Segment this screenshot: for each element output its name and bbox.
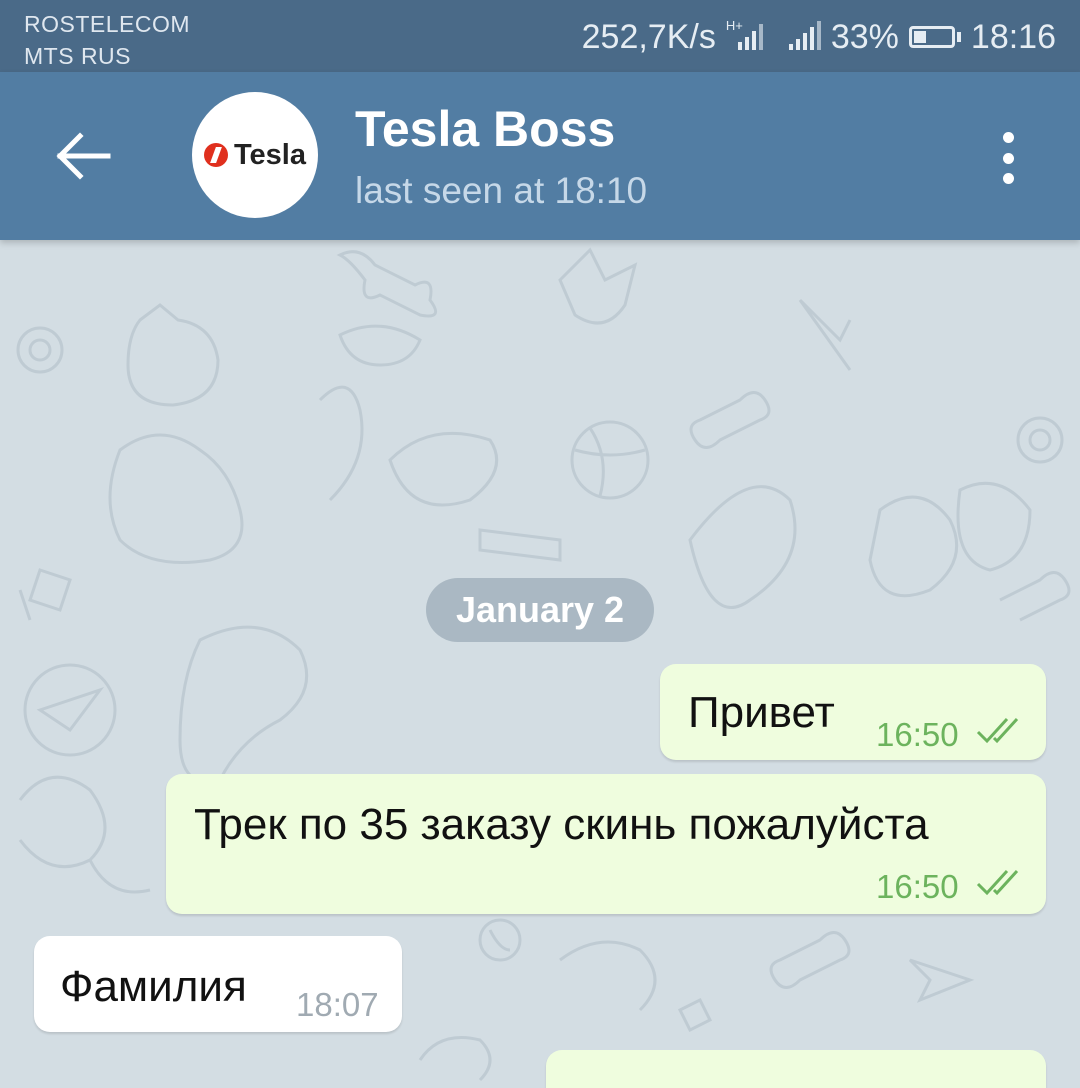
signal-icon bbox=[788, 21, 821, 50]
chat-title[interactable]: Tesla Boss bbox=[355, 100, 615, 158]
battery-icon bbox=[908, 26, 961, 48]
arrow-left-icon[interactable] bbox=[56, 130, 112, 182]
outgoing-message[interactable]: Привет 16:50 bbox=[660, 664, 1046, 760]
double-check-icon bbox=[976, 869, 1019, 896]
date-separator: January 2 bbox=[426, 578, 654, 642]
message-time: 16:50 bbox=[876, 868, 959, 905]
last-seen-status: last seen at 18:10 bbox=[355, 170, 648, 211]
message-text: Фамилия bbox=[60, 962, 247, 1011]
message-text: Привет bbox=[688, 688, 835, 737]
outgoing-message-partial[interactable] bbox=[546, 1050, 1046, 1088]
clock: 18:16 bbox=[970, 17, 1056, 56]
avatar-logo-text: Tesla bbox=[233, 138, 306, 171]
incoming-message[interactable]: Фамилия 18:07 bbox=[34, 936, 402, 1032]
network-type-label: H+ bbox=[725, 18, 743, 33]
message-list[interactable]: January 2 Привет 16:50 Трек по 35 заказу… bbox=[0, 240, 1080, 1088]
carrier-secondary: MTS RUS bbox=[24, 43, 131, 69]
carrier-names: ROSTELECOM MTS RUS bbox=[24, 8, 190, 72]
more-vertical-icon[interactable] bbox=[996, 132, 1020, 184]
status-indicators: 252,7K/s H+ 33% 18:16 bbox=[582, 14, 1056, 60]
signal-h-plus-icon: H+ bbox=[726, 18, 763, 50]
carrier-primary: ROSTELECOM bbox=[24, 11, 191, 37]
status-bar: ROSTELECOM MTS RUS 252,7K/s H+ 33% 18:16 bbox=[0, 0, 1080, 72]
network-speed: 252,7K/s bbox=[581, 17, 716, 56]
message-time: 16:50 bbox=[876, 716, 959, 753]
message-time: 18:07 bbox=[296, 986, 379, 1023]
message-text: Трек по 35 заказу скинь пожалуйста bbox=[194, 800, 929, 849]
double-check-icon bbox=[976, 717, 1019, 744]
outgoing-message[interactable]: Трек по 35 заказу скинь пожалуйста 16:50 bbox=[166, 774, 1046, 914]
chat-header: Tesla Tesla Boss last seen at 18:10 bbox=[0, 72, 1080, 240]
battery-percent: 33% bbox=[830, 17, 899, 56]
tesla-logo-icon bbox=[203, 143, 228, 167]
avatar[interactable]: Tesla bbox=[192, 92, 318, 218]
